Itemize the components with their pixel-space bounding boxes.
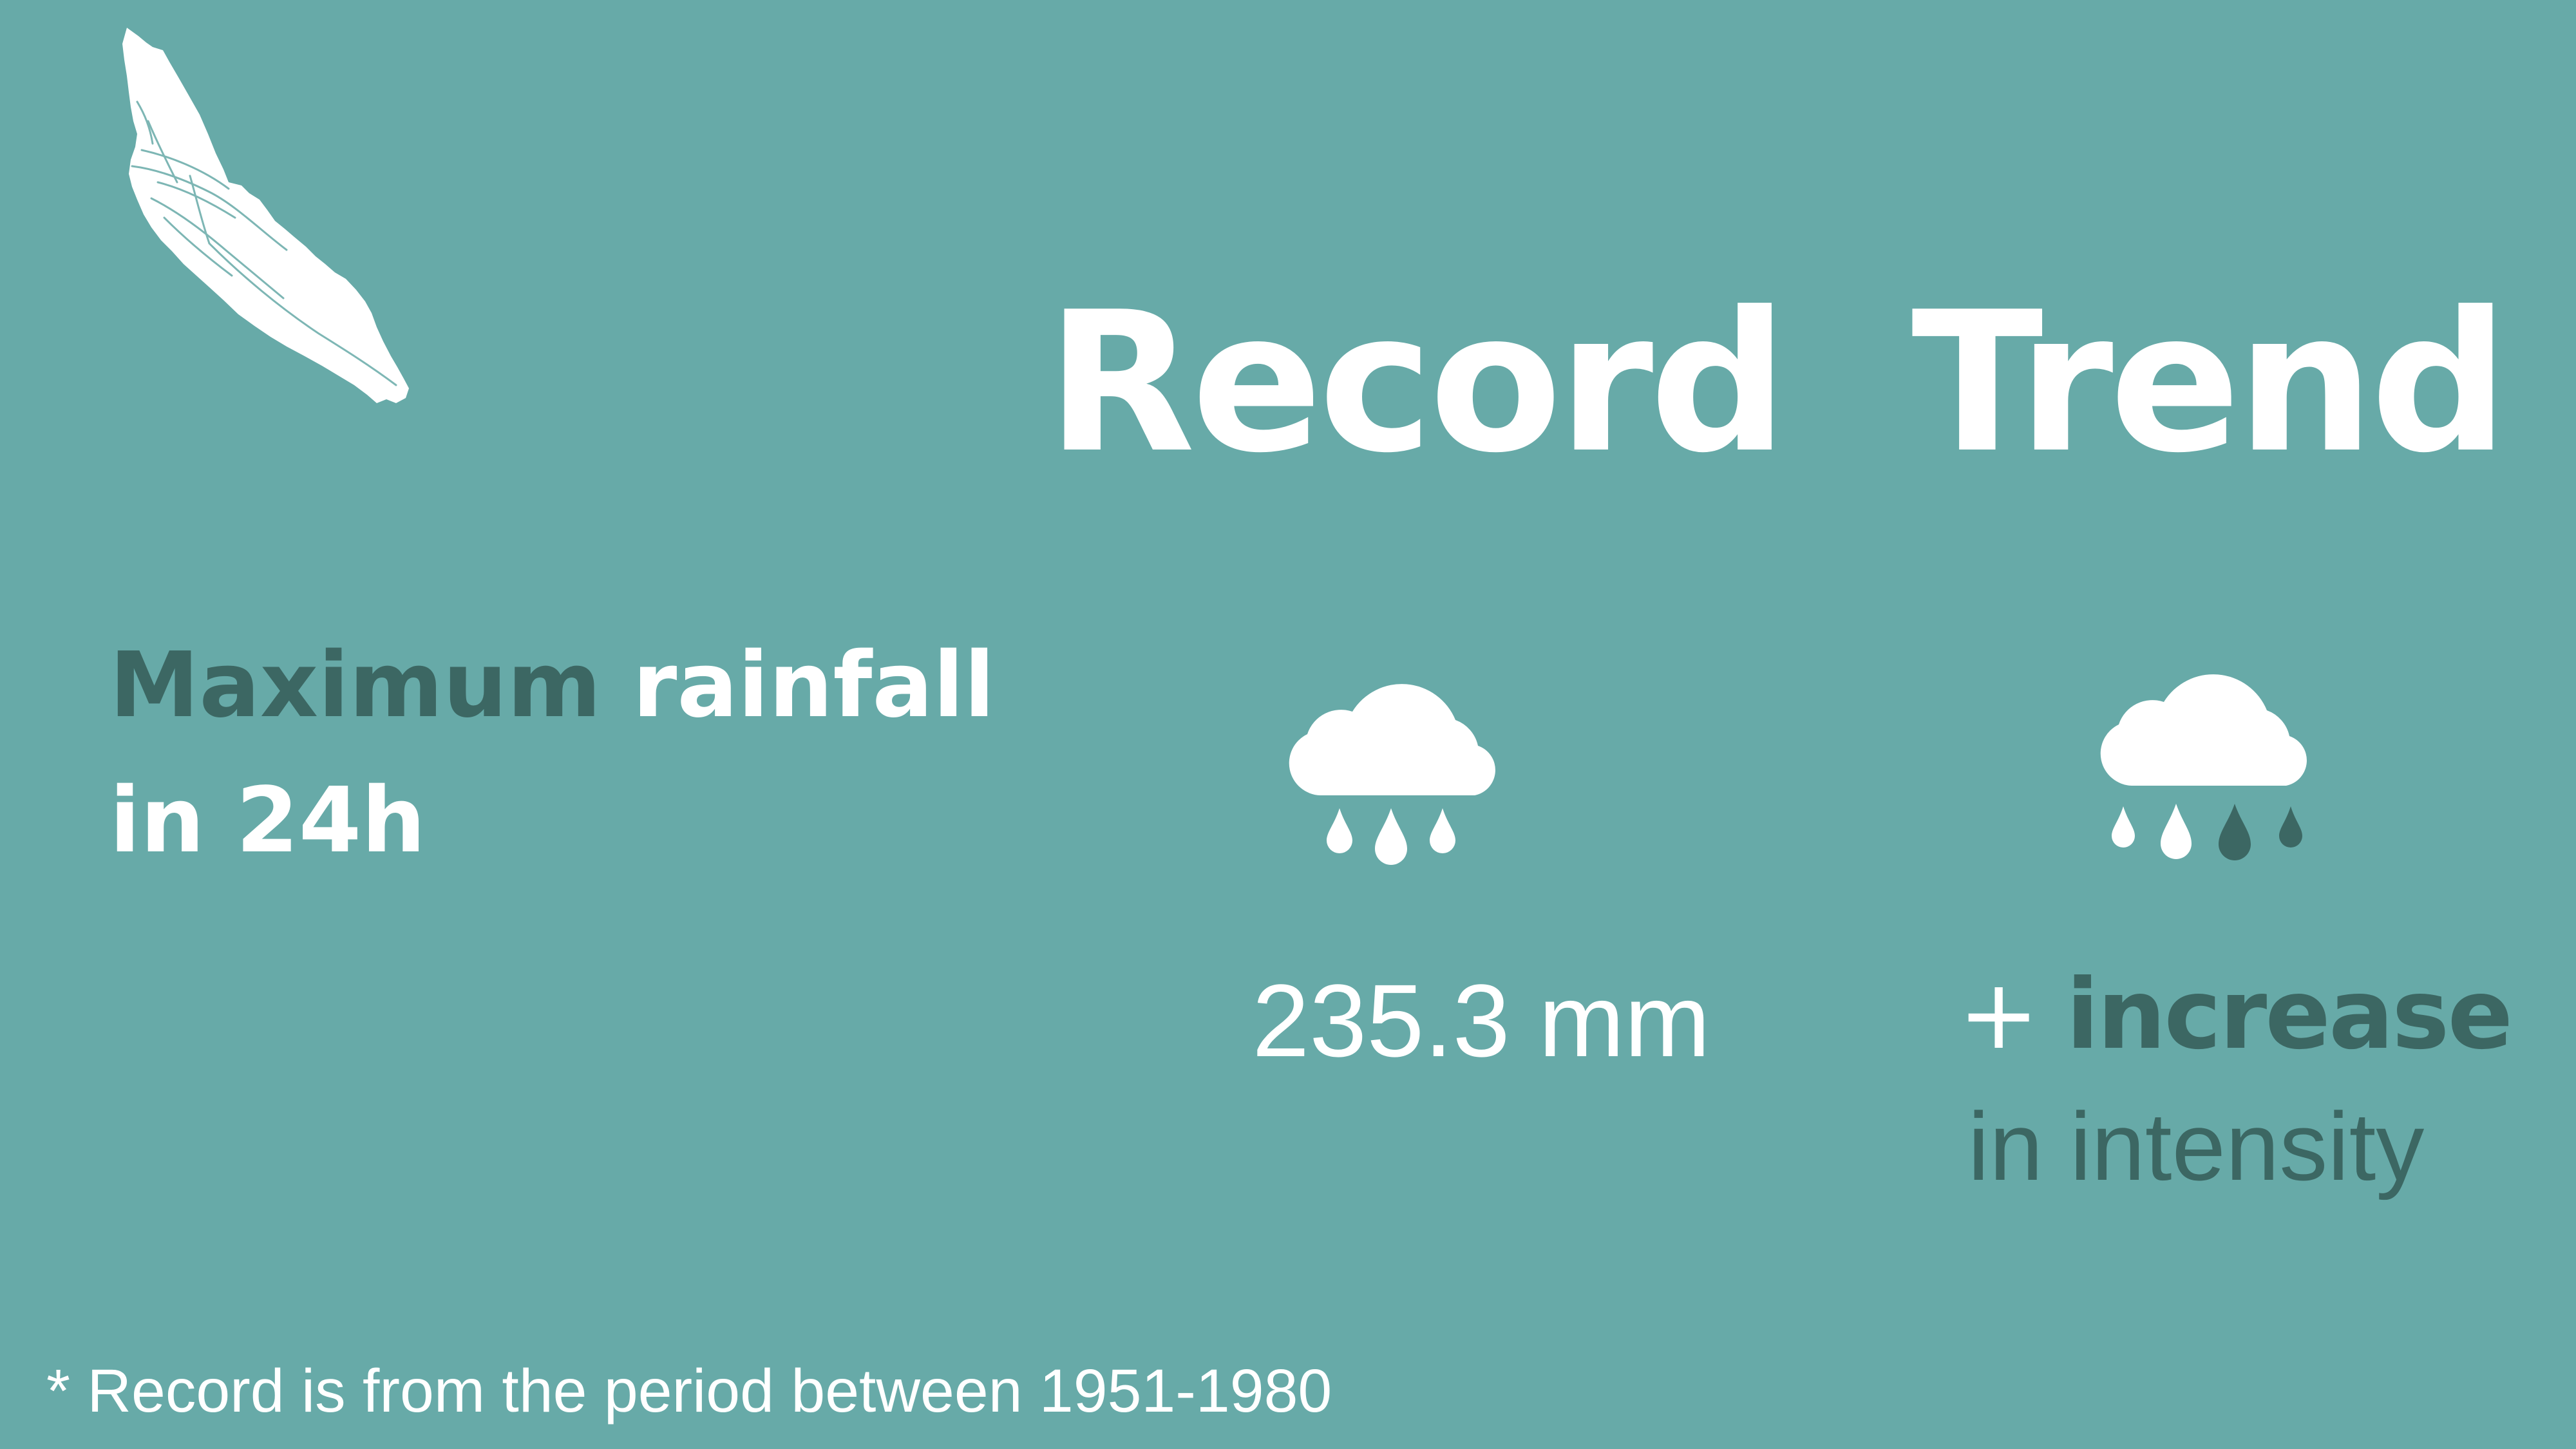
rain-drop xyxy=(2161,804,2192,859)
trend-heading: Trend xyxy=(1911,270,2508,495)
trend-direction-word: increase xyxy=(2066,959,2513,1071)
footnote-text: Record is from the period between 1951-1… xyxy=(87,1357,1332,1425)
metric-label-line1: Maximum rainfall xyxy=(109,618,1011,753)
rain-cloud-more-drops-icon xyxy=(2100,674,2307,860)
metric-label-maximum: Maximum xyxy=(109,633,601,738)
rain-drop xyxy=(2279,806,2302,848)
trend-qualifier: in intensity xyxy=(1967,1092,2425,1200)
footnote-marker: * xyxy=(46,1357,70,1425)
trend-direction: + increase xyxy=(1945,950,2524,1079)
rain-drop xyxy=(1375,808,1407,865)
metric-label-rainfall: rainfall xyxy=(632,633,995,738)
rain-drop xyxy=(2112,806,2135,848)
metric-label: Maximum rainfall in 24h xyxy=(109,618,1011,889)
rain-cloud-icon xyxy=(1289,684,1495,865)
metric-label-line2: in 24h xyxy=(109,768,426,873)
record-heading: Record xyxy=(1046,270,1788,495)
rain-drop xyxy=(1430,808,1455,853)
footnote: * Record is from the period between 1951… xyxy=(46,1352,1592,1430)
trend-sign: + xyxy=(1958,959,2040,1071)
rain-drop xyxy=(2219,804,2251,860)
rain-drop xyxy=(1327,808,1352,853)
island-map-icon xyxy=(122,28,409,403)
record-value: 235.3 mm xyxy=(1252,963,1710,1078)
